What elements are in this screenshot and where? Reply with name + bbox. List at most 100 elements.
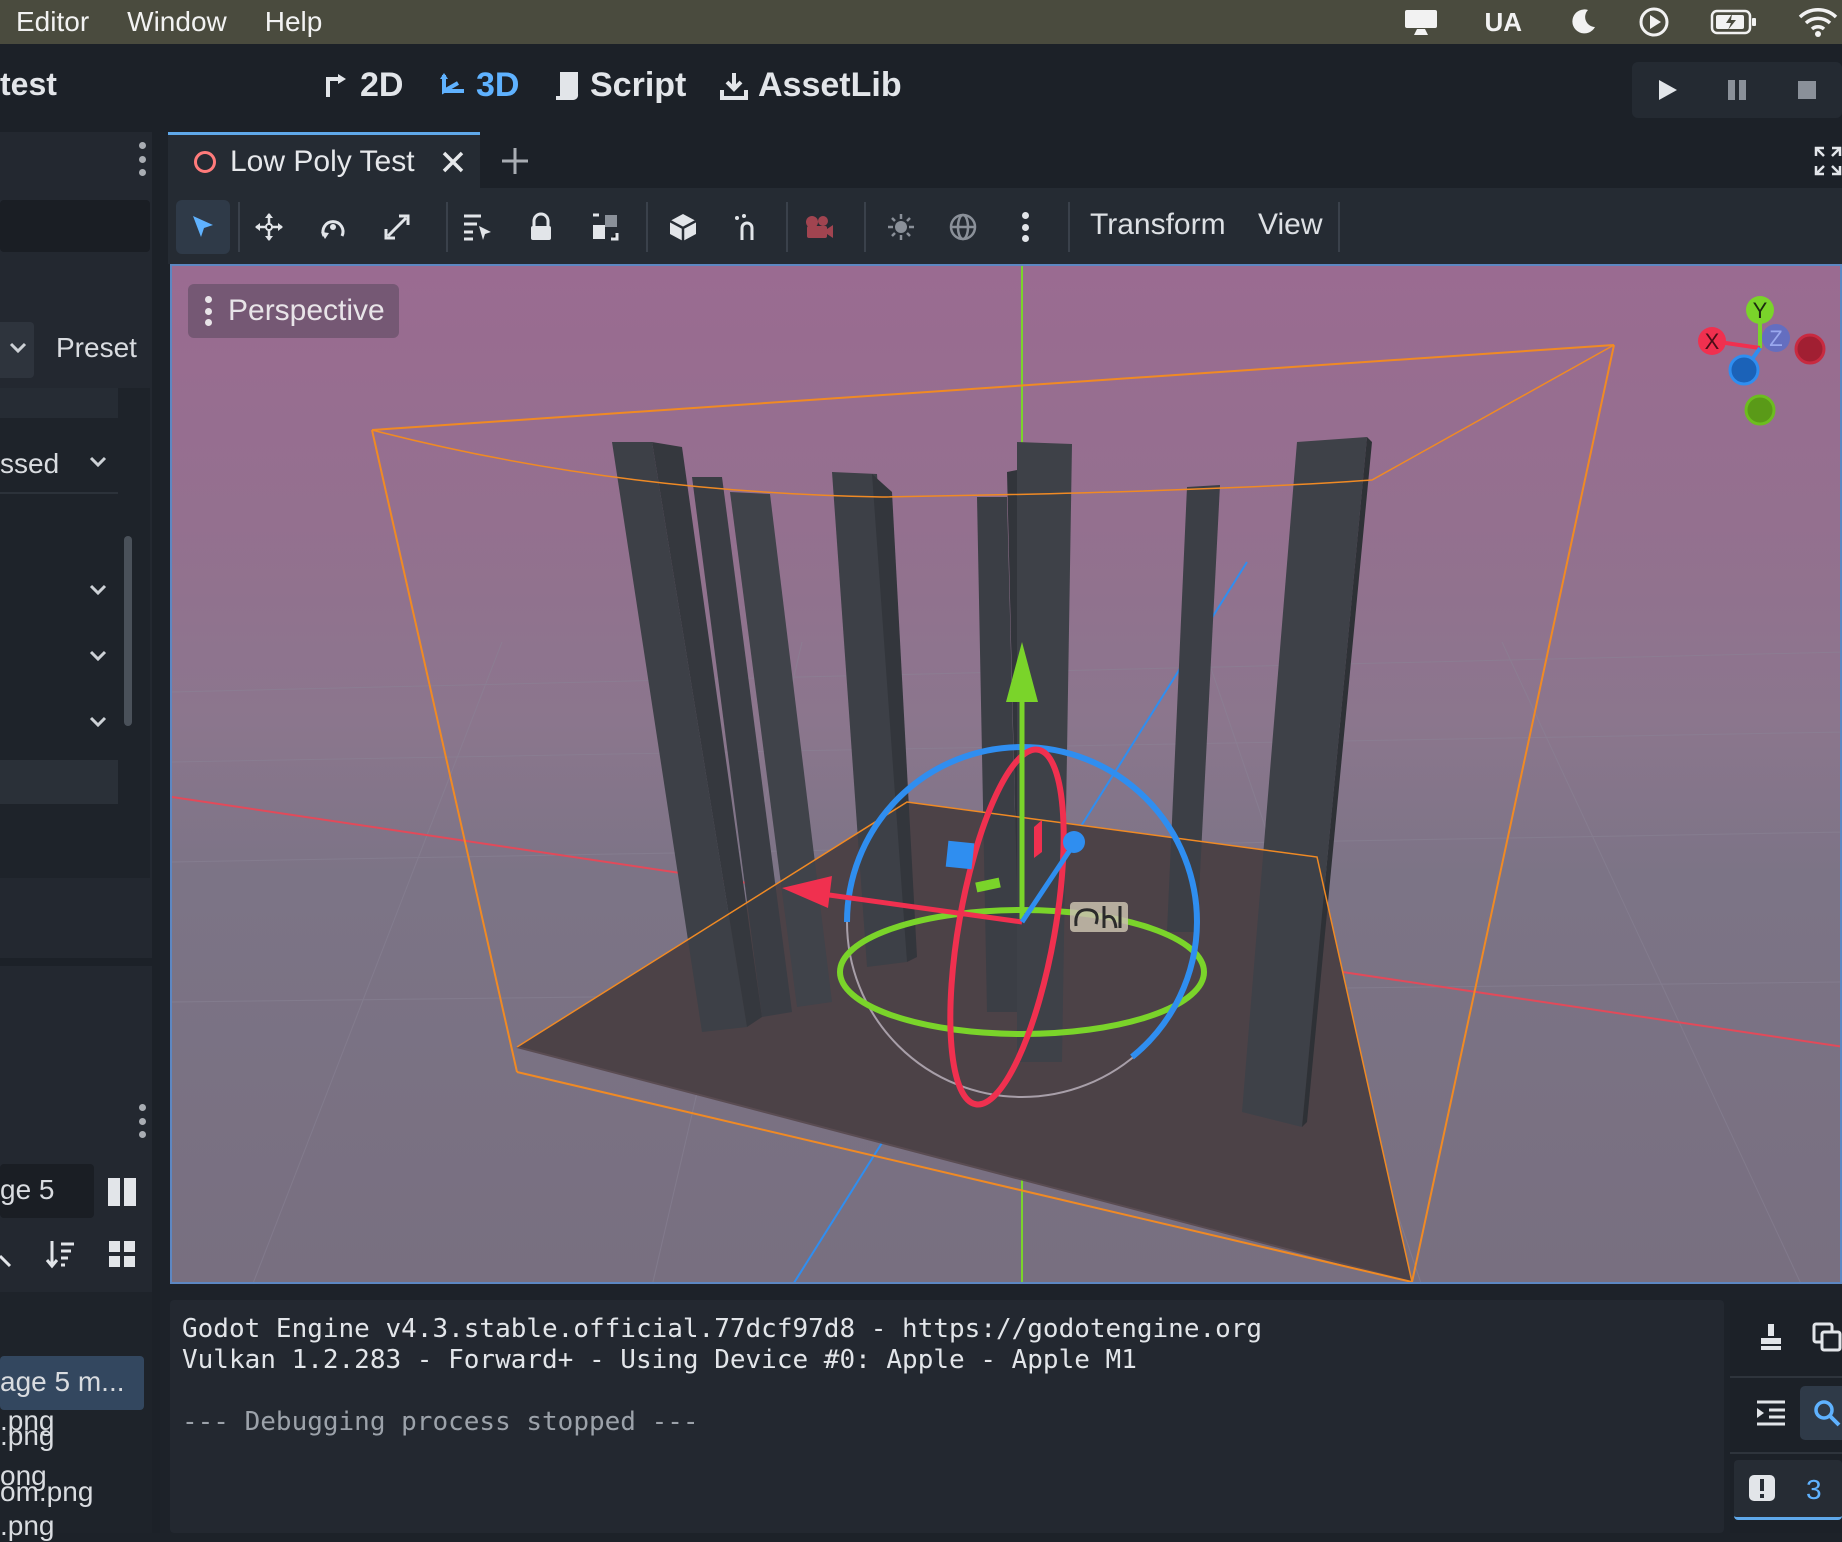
distraction-free-icon[interactable]	[1814, 146, 1842, 176]
scrollbar[interactable]	[124, 536, 132, 726]
moon-icon[interactable]	[1568, 7, 1598, 37]
3d-icon	[440, 72, 464, 94]
script-icon	[556, 71, 579, 100]
camera-override-button[interactable]	[792, 200, 846, 254]
chevron-down-icon[interactable]	[88, 580, 108, 600]
view-orientation-gizmo[interactable]: Z Y X	[1672, 286, 1842, 426]
neg-x-axis-handle[interactable]	[1794, 333, 1826, 365]
snap-button[interactable]	[720, 200, 774, 254]
local-space-button[interactable]	[656, 200, 710, 254]
grid-view-icon[interactable]	[108, 1240, 136, 1268]
add-tab-icon[interactable]	[500, 146, 530, 176]
dock-menu-icon[interactable]	[138, 142, 146, 176]
kebab-menu-icon	[204, 296, 212, 326]
error-count: 3	[1806, 1474, 1822, 1505]
toolbar-separator	[446, 202, 448, 252]
menu-window[interactable]: Window	[127, 6, 227, 38]
filesystem-panel: ge 5 age 5 m... .png om.png	[0, 966, 152, 1533]
file-item[interactable]: age 5 m...	[0, 1366, 125, 1398]
lock-button[interactable]	[514, 200, 568, 254]
perspective-menu-button[interactable]: Perspective	[188, 284, 399, 338]
2d-screen-button[interactable]: 2D	[322, 66, 403, 105]
toolbar-separator	[1338, 202, 1340, 252]
preset-dropdown-chevron-icon[interactable]	[8, 338, 28, 358]
property-list: ssed	[0, 388, 150, 878]
display-icon[interactable]	[1402, 7, 1440, 37]
scene-tab-label: Low Poly Test	[230, 144, 415, 178]
svg-text:Y: Y	[1753, 298, 1768, 323]
collapse-duplicates-button[interactable]	[1744, 1386, 1798, 1440]
preview-sun-button[interactable]	[874, 200, 928, 254]
node-gizmo-icon	[1070, 902, 1128, 932]
neg-z-axis-handle[interactable]	[1728, 354, 1760, 386]
select-tool-button[interactable]	[176, 200, 230, 254]
3d-screen-button[interactable]: 3D	[438, 66, 519, 105]
scale-tool-button[interactable]	[370, 200, 424, 254]
path-field[interactable]: ge 5	[0, 1164, 94, 1218]
inspector-panel: Preset ssed	[0, 132, 152, 958]
split-view-icon[interactable]	[106, 1176, 138, 1208]
scene-tab-low-poly-test[interactable]: Low Poly Test	[168, 132, 480, 188]
2d-icon	[326, 73, 346, 97]
select-cursor-icon	[193, 216, 213, 237]
stop-icon[interactable]	[1794, 77, 1820, 103]
camera-icon	[806, 216, 833, 238]
rotate-tool-button[interactable]	[306, 200, 360, 254]
filter-search-button[interactable]	[1800, 1386, 1842, 1440]
clear-log-button[interactable]	[1744, 1310, 1798, 1364]
play-circle-icon[interactable]	[1638, 6, 1670, 38]
log-line: --- Debugging process stopped ---	[182, 1407, 699, 1437]
rotate-icon	[321, 220, 345, 239]
scene-tab-bar: Low Poly Test	[168, 132, 1842, 188]
log-line: Godot Engine v4.3.stable.official.77dcf9…	[182, 1314, 1263, 1344]
property-dropdown-value[interactable]: ssed	[0, 448, 59, 480]
view-menu[interactable]: View	[1258, 208, 1322, 242]
error-filter-toggle[interactable]: 3	[1734, 1460, 1842, 1520]
move-tool-button[interactable]	[242, 200, 296, 254]
move-icon	[255, 213, 283, 241]
toolbar-separator	[864, 202, 866, 252]
more-options-button[interactable]	[998, 200, 1052, 254]
chevron-down-icon[interactable]	[88, 646, 108, 666]
chevron-down-icon[interactable]	[88, 712, 108, 732]
wifi-icon[interactable]	[1798, 7, 1838, 37]
menu-help[interactable]: Help	[265, 6, 323, 38]
unsaved-indicator-icon	[194, 150, 216, 173]
input-source-indicator[interactable]: UA	[1484, 7, 1522, 38]
close-icon[interactable]	[441, 150, 465, 174]
list-select-button[interactable]	[450, 200, 504, 254]
search-icon[interactable]	[0, 1238, 14, 1270]
preset-button[interactable]: Preset	[56, 332, 137, 364]
run-controls	[1632, 62, 1842, 118]
output-log[interactable]: Godot Engine v4.3.stable.official.77dcf9…	[170, 1300, 1724, 1533]
search-field[interactable]	[0, 200, 150, 252]
lock-icon	[531, 212, 551, 240]
menu-editor[interactable]: Editor	[16, 6, 89, 38]
assetlib-screen-button[interactable]: AssetLib	[718, 66, 902, 105]
chevron-down-icon[interactable]	[88, 452, 108, 472]
cube-icon	[669, 214, 697, 241]
editor-topbar: test 2D 3D Script AssetLib	[0, 44, 1842, 132]
sort-icon[interactable]	[44, 1238, 76, 1270]
svg-text:Z: Z	[1769, 326, 1782, 351]
play-icon[interactable]	[1654, 77, 1680, 103]
transform-menu[interactable]: Transform	[1090, 208, 1226, 242]
file-item[interactable]: ong	[0, 1460, 47, 1492]
scale-icon	[384, 214, 410, 240]
toolbar-separator	[238, 202, 240, 252]
preview-environment-button[interactable]	[936, 200, 990, 254]
file-item[interactable]: .png	[0, 1510, 55, 1542]
script-screen-button[interactable]: Script	[552, 66, 686, 105]
3d-viewport[interactable]: Perspective Z Y X	[170, 264, 1842, 1284]
battery-icon[interactable]	[1710, 8, 1758, 36]
pause-icon[interactable]	[1724, 77, 1750, 103]
neg-y-axis-handle[interactable]	[1744, 394, 1776, 426]
list-select-icon	[464, 214, 491, 241]
copy-log-button[interactable]	[1800, 1310, 1842, 1364]
file-item[interactable]: .png	[0, 1405, 55, 1437]
dock-menu-icon[interactable]	[138, 1104, 146, 1138]
toolbar-separator	[786, 202, 788, 252]
kebab-menu-icon	[1021, 212, 1029, 242]
group-button[interactable]	[578, 200, 632, 254]
search-icon	[1814, 1400, 1841, 1427]
